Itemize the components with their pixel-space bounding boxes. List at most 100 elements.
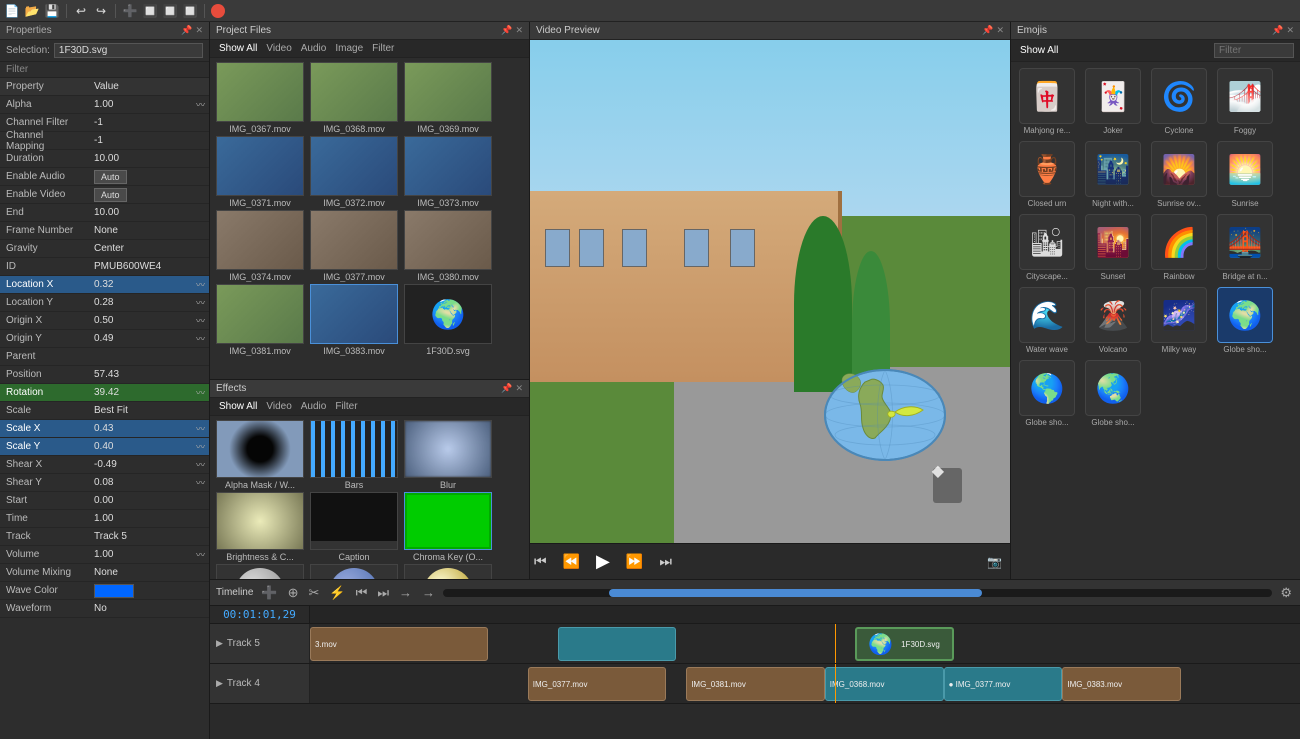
effect-item[interactable]: Brightness & C... xyxy=(214,492,306,562)
emoji-item[interactable]: 🌍Globe sho... xyxy=(1213,285,1277,356)
eff-tab-video[interactable]: Video xyxy=(263,401,294,412)
pf-pin-icon[interactable]: 📌 xyxy=(501,25,512,36)
file-item[interactable]: IMG_0381.mov xyxy=(214,284,306,356)
emoji-item[interactable]: 🌉Bridge at n... xyxy=(1213,212,1277,283)
eff-tab-showall[interactable]: Show All xyxy=(216,401,260,412)
add-icon[interactable]: ➕ xyxy=(122,3,138,19)
track-clip[interactable]: 3.mov xyxy=(310,627,488,661)
emoji-item[interactable]: 🌅Sunrise xyxy=(1213,139,1277,210)
prop-btn-enable-audio[interactable]: Auto xyxy=(94,170,127,184)
emoji-item[interactable]: 🏙Cityscape... xyxy=(1015,212,1079,283)
prop-btn-enable-video[interactable]: Auto xyxy=(94,188,127,202)
timeline-prev-button[interactable]: → xyxy=(397,585,414,600)
file-item[interactable]: IMG_0371.mov xyxy=(214,136,306,208)
open-icon[interactable]: 📂 xyxy=(24,3,40,19)
skip-to-end-button[interactable]: ⏭ xyxy=(655,551,676,572)
skip-to-start-button[interactable]: ⏮ xyxy=(530,551,551,572)
vp-pin-icon[interactable]: 📌 xyxy=(982,25,993,36)
curve-icon[interactable]: 〰 xyxy=(196,476,205,489)
file-item[interactable]: IMG_0373.mov xyxy=(402,136,494,208)
emoji-item[interactable]: 🌈Rainbow xyxy=(1147,212,1211,283)
eff-tab-filter[interactable]: Filter xyxy=(332,401,360,412)
curve-icon[interactable]: 〰 xyxy=(196,278,205,291)
play-button[interactable]: ▶ xyxy=(592,549,614,574)
new-file-icon[interactable]: 📄 xyxy=(4,3,20,19)
timeline-next-button[interactable]: → xyxy=(420,585,437,600)
track-clip[interactable]: ● IMG_0377.mov xyxy=(944,667,1063,701)
file-item[interactable]: IMG_0367.mov xyxy=(214,62,306,134)
emoji-item[interactable]: 🀄Mahjong re... xyxy=(1015,66,1079,137)
timeline-range-bar[interactable] xyxy=(443,589,1272,597)
timeline-cut-button[interactable]: ✂ xyxy=(307,585,322,601)
curve-icon[interactable]: 〰 xyxy=(196,386,205,399)
track-clip[interactable] xyxy=(558,627,677,661)
file-item[interactable]: IMG_0369.mov xyxy=(402,62,494,134)
file-item[interactable]: IMG_0374.mov xyxy=(214,210,306,282)
em-close-icon[interactable]: ✕ xyxy=(1286,25,1294,36)
track-clip[interactable]: IMG_0377.mov xyxy=(528,667,667,701)
step-forward-button[interactable]: ⏩ xyxy=(622,551,647,572)
file-item[interactable]: IMG_0380.mov xyxy=(402,210,494,282)
file-item[interactable]: 🌍1F30D.svg xyxy=(402,284,494,356)
emojis-filter-input[interactable] xyxy=(1214,43,1294,58)
curve-icon[interactable]: 〰 xyxy=(196,314,205,327)
emoji-item[interactable]: 🌎Globe sho... xyxy=(1015,358,1079,429)
screenshot-button[interactable]: 📷 xyxy=(987,555,1002,569)
effect-item[interactable]: Chroma Key (O... xyxy=(402,492,494,562)
emoji-item[interactable]: 🃏Joker xyxy=(1081,66,1145,137)
track-clip[interactable]: IMG_0381.mov xyxy=(686,667,825,701)
emoji-item[interactable]: 🌋Volcano xyxy=(1081,285,1145,356)
properties-pin-icon[interactable]: 📌 xyxy=(181,25,192,36)
timeline-jump-start-button[interactable]: ⏮ xyxy=(354,585,370,601)
curve-icon[interactable]: 〰 xyxy=(196,548,205,561)
redo-icon[interactable]: ↪ xyxy=(93,3,109,19)
eff-close-icon[interactable]: ✕ xyxy=(515,383,523,394)
timeline-snap-button[interactable]: ⊕ xyxy=(286,585,301,601)
emoji-item[interactable]: 🏺Closed urn xyxy=(1015,139,1079,210)
pf-tab-showall[interactable]: Show All xyxy=(216,43,260,54)
emoji-item[interactable]: 🌇Sunset xyxy=(1081,212,1145,283)
curve-icon[interactable]: 〰 xyxy=(196,440,205,453)
emoji-item[interactable]: 🌃Night with... xyxy=(1081,139,1145,210)
emoji-item[interactable]: 🌌Milky way xyxy=(1147,285,1211,356)
curve-icon[interactable]: 〰 xyxy=(196,296,205,309)
track-content[interactable]: IMG_0377.movIMG_0381.movIMG_0368.mov● IM… xyxy=(310,664,1300,703)
emoji-item[interactable]: 🌀Cyclone xyxy=(1147,66,1211,137)
file-item[interactable]: IMG_0383.mov xyxy=(308,284,400,356)
eff-tab-audio[interactable]: Audio xyxy=(298,401,330,412)
vp-close-icon[interactable]: ✕ xyxy=(996,25,1004,36)
step-back-button[interactable]: ⏪ xyxy=(559,551,584,572)
pf-close-icon[interactable]: ✕ xyxy=(515,25,523,36)
emoji-item[interactable]: 🌁Foggy xyxy=(1213,66,1277,137)
effect-item[interactable]: Bars xyxy=(308,420,400,490)
curve-icon[interactable]: 〰 xyxy=(196,422,205,435)
effect-item[interactable] xyxy=(402,564,494,579)
track-content[interactable]: 3.mov 🌍1F30D.svg xyxy=(310,624,1300,663)
emoji-item[interactable]: 🌄Sunrise ov... xyxy=(1147,139,1211,210)
curve-icon[interactable]: 〰 xyxy=(196,458,205,471)
emoji-item[interactable]: 🌏Globe sho... xyxy=(1081,358,1145,429)
track-clip[interactable]: 🌍1F30D.svg xyxy=(855,627,954,661)
effect-item[interactable]: Alpha Mask / W... xyxy=(214,420,306,490)
effect-item[interactable] xyxy=(308,564,400,579)
selection-input[interactable] xyxy=(54,43,203,58)
curve-icon[interactable]: 〰 xyxy=(196,98,205,111)
undo-icon[interactable]: ↩ xyxy=(73,3,89,19)
wave-color-swatch[interactable] xyxy=(94,584,134,598)
tool-icon-1[interactable]: 🔲 xyxy=(142,3,158,19)
file-item[interactable]: IMG_0377.mov xyxy=(308,210,400,282)
tool-icon-2[interactable]: 🔲 xyxy=(162,3,178,19)
eff-pin-icon[interactable]: 📌 xyxy=(501,383,512,394)
effect-item[interactable]: Blur xyxy=(402,420,494,490)
em-pin-icon[interactable]: 📌 xyxy=(1272,25,1283,36)
track-clip[interactable]: IMG_0383.mov xyxy=(1062,667,1181,701)
record-button[interactable] xyxy=(211,4,225,18)
pf-tab-image[interactable]: Image xyxy=(332,43,366,54)
timeline-jump-end-button[interactable]: ⏭ xyxy=(375,585,391,601)
tool-icon-3[interactable]: 🔲 xyxy=(182,3,198,19)
file-item[interactable]: IMG_0368.mov xyxy=(308,62,400,134)
properties-close-icon[interactable]: ✕ xyxy=(195,25,203,36)
file-item[interactable]: IMG_0372.mov xyxy=(308,136,400,208)
curve-icon[interactable]: 〰 xyxy=(196,332,205,345)
effect-item[interactable] xyxy=(214,564,306,579)
